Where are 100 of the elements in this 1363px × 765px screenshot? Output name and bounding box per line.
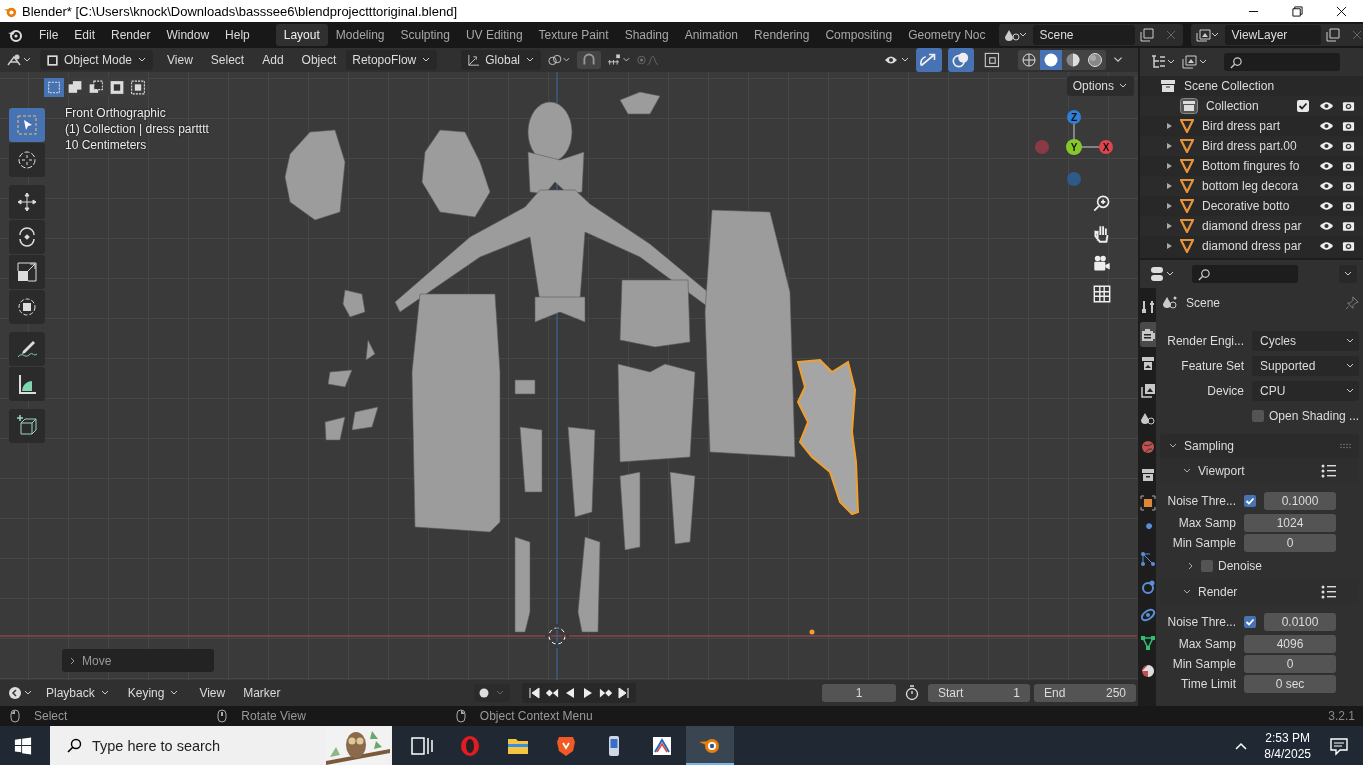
outliner-item[interactable]: Bird dress part.00 <box>1202 139 1297 153</box>
checkbox[interactable] <box>1201 560 1213 572</box>
tool-button[interactable] <box>9 367 45 401</box>
number-field[interactable]: 0.1000 <box>1264 492 1336 510</box>
gizmo-toggle-icon[interactable] <box>916 48 942 72</box>
search-field[interactable] <box>1192 265 1298 283</box>
search-field[interactable] <box>1224 53 1340 71</box>
negative-z-handle[interactable] <box>1067 172 1081 186</box>
outliner-item[interactable]: Collection <box>1206 99 1259 113</box>
tool-button[interactable] <box>9 185 45 219</box>
start-frame-field[interactable]: Start 1 <box>928 684 1030 702</box>
y-axis-handle[interactable]: Y <box>1066 139 1082 155</box>
outliner-item[interactable]: diamond dress par <box>1202 219 1302 233</box>
workspace-tab[interactable]: Shading <box>616 24 677 46</box>
retopoflow-dropdown[interactable]: RetopoFlow <box>346 50 438 70</box>
workspace-tab[interactable]: Texture Paint <box>530 24 617 46</box>
camera-icon[interactable] <box>1342 220 1355 232</box>
taskbar-search-placeholder[interactable]: Type here to search <box>92 737 221 754</box>
snap-grid-icon[interactable] <box>606 53 631 67</box>
drag-handle-icon[interactable] <box>1339 443 1354 449</box>
windows-start-icon[interactable] <box>14 736 32 755</box>
outliner-item[interactable]: Decorative botto <box>1202 199 1290 213</box>
preset-list-icon[interactable] <box>1321 584 1338 599</box>
chevron-up-icon[interactable] <box>1234 740 1249 751</box>
end-frame-field[interactable]: End 250 <box>1034 684 1136 702</box>
number-field[interactable]: 1024 <box>1244 514 1336 532</box>
workspace-tab[interactable]: Sculpting <box>392 24 458 46</box>
menu-item[interactable]: View <box>191 686 234 700</box>
number-field[interactable]: 4096 <box>1244 635 1336 653</box>
menu-item[interactable]: Object <box>293 53 345 67</box>
restore-icon[interactable] <box>1292 5 1303 17</box>
intersect-selection-icon[interactable] <box>128 78 148 97</box>
preset-list-icon[interactable] <box>1321 463 1338 478</box>
current-frame-field[interactable]: 1 <box>822 684 896 702</box>
timeline-dropdown[interactable]: Playback <box>40 683 116 703</box>
filter-icon[interactable] <box>1182 54 1208 70</box>
menu-item[interactable]: Render <box>103 28 159 42</box>
workspace-tab[interactable]: Rendering <box>746 24 818 46</box>
eye-icon[interactable] <box>1319 180 1334 192</box>
expand-arrow-icon[interactable] <box>1164 241 1174 251</box>
view-layer-field[interactable]: ViewLayer <box>1225 25 1322 45</box>
outliner-item[interactable]: Bird dress part <box>1202 119 1281 133</box>
number-field[interactable]: 0 <box>1244 534 1336 552</box>
grid-icon[interactable] <box>1091 283 1113 305</box>
close-icon[interactable] <box>1336 5 1347 17</box>
checkbox[interactable]: Open Shading ... <box>1252 407 1360 424</box>
eye-icon[interactable] <box>1319 140 1334 152</box>
panel-header[interactable]: Sampling <box>1160 434 1360 458</box>
outliner-item[interactable]: diamond dress par <box>1202 239 1302 253</box>
tool-button[interactable] <box>9 220 45 254</box>
workspace-tab[interactable]: Modeling <box>327 24 393 46</box>
scene-field[interactable]: Scene <box>1033 25 1136 45</box>
x-axis-handle[interactable]: X <box>1099 140 1113 154</box>
copy-icon[interactable] <box>1140 28 1155 42</box>
tool-button[interactable] <box>9 409 45 443</box>
snap-icon[interactable] <box>576 51 601 69</box>
camera-icon[interactable] <box>1342 140 1355 152</box>
eye-icon[interactable] <box>1319 100 1334 112</box>
menu-item[interactable]: Help <box>217 28 258 42</box>
notification-icon[interactable] <box>1329 735 1349 756</box>
checkbox[interactable] <box>1244 616 1256 628</box>
expand-arrow-icon[interactable] <box>1164 221 1174 231</box>
number-field[interactable]: 0 sec <box>1244 675 1336 693</box>
jump-start-icon[interactable] <box>527 686 542 700</box>
number-field[interactable]: 0.0100 <box>1264 613 1336 631</box>
stopwatch-icon[interactable] <box>904 685 920 701</box>
editor-type-icon[interactable] <box>1150 266 1176 282</box>
workspace-tab[interactable]: Animation <box>676 24 747 46</box>
camera-icon[interactable] <box>1342 100 1355 112</box>
menu-item[interactable]: Edit <box>66 28 104 42</box>
editor-type-icon[interactable] <box>8 686 34 700</box>
expand-arrow-icon[interactable] <box>1164 161 1174 171</box>
menu-item[interactable]: Add <box>254 53 292 67</box>
negative-x-handle[interactable] <box>1035 140 1049 154</box>
tool-button[interactable] <box>9 143 45 177</box>
workspace-tab[interactable]: Compositing <box>817 24 901 46</box>
display-mode-icon[interactable] <box>1150 54 1176 70</box>
menu-item[interactable]: Select <box>202 53 253 67</box>
dropdown[interactable]: CPU <box>1252 380 1360 401</box>
outliner-item[interactable]: Scene Collection <box>1184 79 1275 93</box>
eye-icon[interactable] <box>1319 220 1334 232</box>
camera-icon[interactable] <box>1342 180 1355 192</box>
expand-arrow-icon[interactable] <box>1164 121 1174 131</box>
menu-item[interactable]: View <box>159 53 201 67</box>
eye-icon[interactable] <box>1319 200 1334 212</box>
options-button[interactable]: Options <box>1066 76 1134 96</box>
orientation-dropdown[interactable]: Global <box>461 50 541 70</box>
menu-item[interactable]: Marker <box>235 686 289 700</box>
clock[interactable]: 2:53 PM 8/4/2025 <box>1264 729 1311 762</box>
expand-arrow-icon[interactable] <box>1164 181 1174 191</box>
pivot-icon[interactable] <box>546 53 571 67</box>
editor-type-icon[interactable] <box>6 53 32 67</box>
jump-end-icon[interactable] <box>617 686 632 700</box>
eye-icon[interactable] <box>1319 120 1334 132</box>
invert-selection-icon[interactable] <box>107 78 127 97</box>
camera-icon[interactable] <box>1342 200 1355 212</box>
copy-icon[interactable] <box>1326 28 1341 42</box>
extend-selection-icon[interactable] <box>65 78 85 97</box>
eye-icon[interactable] <box>1319 240 1334 252</box>
overlays-toggle-icon[interactable] <box>948 48 974 72</box>
